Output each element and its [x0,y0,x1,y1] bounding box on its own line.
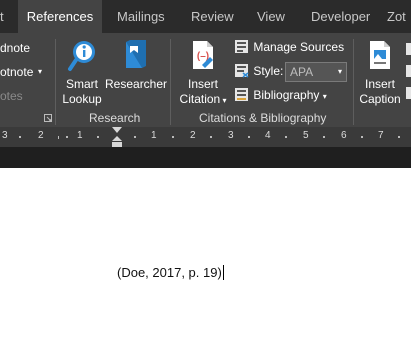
bibliography-icon [235,88,248,101]
style-label-group: Style: [234,63,283,83]
ruler-tick [398,136,400,138]
insert-caption-label: Insert [364,77,395,91]
tab-view[interactable]: View [257,0,285,33]
chevron-down-icon[interactable]: ▾ [38,67,42,76]
citation-style-select[interactable]: APA ▾ [285,62,347,82]
show-notes-button[interactable]: otes [0,89,23,103]
insert-endnote-button[interactable]: dnote [0,41,30,55]
ruler-tick [97,136,99,138]
group-separator [353,39,354,125]
horizontal-ruler[interactable]: 3 2 1 1 2 3 4 5 6 7 [0,127,411,147]
ruler-number: 3 [2,130,8,141]
bibliography-button[interactable]: Bibliography ▾ [234,87,327,107]
chevron-down-icon: ▾ [220,96,227,105]
researcher-button[interactable]: Researcher [105,39,168,92]
ruler-number: 1 [151,130,157,141]
ruler-tick [19,136,21,138]
insert-caption-button[interactable]: Insert Caption [357,39,403,107]
ruler-number: 3 [228,130,234,141]
researcher-label: Researcher [105,77,168,91]
style-label: Style: [253,64,284,78]
ruler-number: 7 [378,130,384,141]
ruler-number: 2 [38,130,44,141]
citation-style-icon [235,64,249,78]
citations-group-label: Citations & Bibliography [199,111,327,125]
text-cursor [222,265,224,280]
smart-lookup-label-2: Lookup [62,92,102,106]
insert-citation-label-2: Citation [179,92,221,106]
manage-sources-label: Manage Sources [253,40,345,54]
manage-sources-icon [235,40,248,53]
tab-developer[interactable]: Developer [311,0,370,33]
manage-sources-button[interactable]: Manage Sources [234,39,344,59]
ruler-number: 4 [265,130,271,141]
tab-review[interactable]: Review [191,0,234,33]
group-separator [170,39,171,125]
ribbon-panel: dnote otnote ▾ otes Smart Lookup Researc… [0,33,411,127]
tab-zotero-partial[interactable]: Zot [387,0,406,33]
ruler-tick [248,136,250,138]
insert-citation-label: Insert [187,77,218,91]
ruler-tick [210,136,212,138]
tab-mailings[interactable]: Mailings [117,0,165,33]
indent-marker-icon[interactable] [111,127,123,148]
ruler-tick [323,136,325,138]
researcher-book-icon [126,40,146,68]
ruler-number: 1 [77,130,83,141]
update-table-icon[interactable] [406,65,411,77]
dialog-launcher-icon[interactable] [44,114,52,122]
insert-citation-button[interactable]: (–) Insert Citation ▾ [174,39,232,108]
insert-caption-label-2: Caption [359,92,401,106]
citation-style-value: APA [290,65,314,79]
ruler-tick [285,136,287,138]
document-page[interactable]: (Doe, 2017, p. 19) [0,168,411,353]
chevron-down-icon: ▾ [337,67,342,76]
next-footnote-button[interactable]: otnote [0,65,33,79]
ribbon-tab-bar: t References Mailings Review View Develo… [0,0,411,33]
ruler-tick [66,136,68,138]
table-of-figures-icon[interactable] [406,43,411,55]
ruler-number: 2 [190,130,196,141]
insert-citation-icon: (–) [193,41,213,69]
smart-lookup-button[interactable]: Smart Lookup [59,39,105,107]
ruler-tick [134,136,136,138]
group-separator [55,39,56,125]
citation-content: (Doe, 2017, p. 19) [117,265,222,280]
research-group-label: Research [89,111,141,125]
ruler-lower-strip [0,147,411,168]
citation-text[interactable]: (Doe, 2017, p. 19) [117,265,224,280]
smart-lookup-label: Smart [65,77,98,91]
smart-lookup-icon [68,41,95,71]
ruler-tick [172,136,174,138]
ruler-number: 6 [341,130,347,141]
ruler-tick [58,136,59,139]
ruler-number: 5 [303,130,309,141]
insert-caption-icon [370,41,390,69]
cross-reference-icon[interactable] [406,87,411,99]
bibliography-label: Bibliography [253,88,320,102]
tab-insert-partial[interactable]: t [0,0,12,33]
ruler-tick [361,136,363,138]
tab-references[interactable]: References [18,0,102,33]
chevron-down-icon: ▾ [322,92,327,101]
